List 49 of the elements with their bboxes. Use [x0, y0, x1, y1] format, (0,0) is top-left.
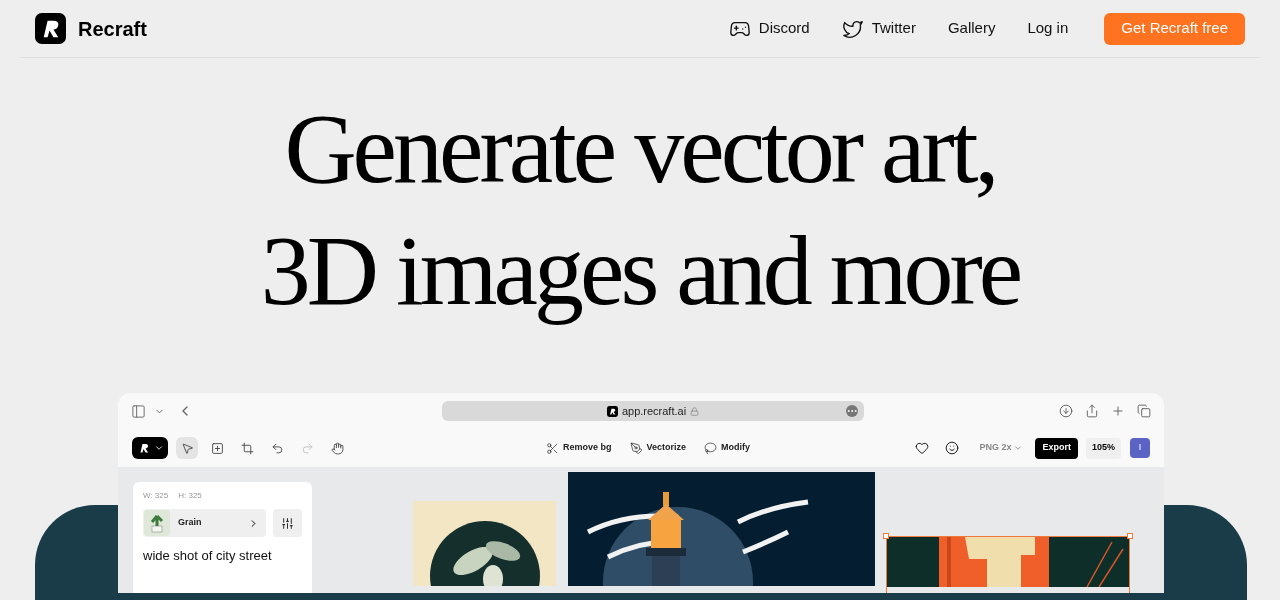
tool-button[interactable]: [176, 437, 198, 459]
scissors-icon: [546, 441, 559, 455]
headline: Generate vector art,: [284, 92, 996, 206]
menu-button[interactable]: [132, 437, 168, 459]
user-avatar[interactable]: I: [1130, 438, 1150, 458]
lasso-icon: [704, 441, 718, 455]
lock-icon: [690, 406, 700, 416]
url-text: app.recraft.ai: [621, 403, 687, 419]
headline: 3D images and more: [260, 214, 1020, 328]
share-icon[interactable]: [1085, 404, 1099, 418]
chevron-down-icon: [154, 443, 164, 453]
sliders-icon: [281, 516, 294, 530]
crop-icon: [240, 441, 254, 455]
zoom-level[interactable]: 105%: [1085, 437, 1121, 459]
nav-link[interactable]: Log in: [1011, 17, 1085, 40]
height-label: H: 325: [178, 490, 202, 502]
brand-name[interactable]: Recraft: [78, 13, 147, 44]
action-button[interactable]: Vectorize: [629, 441, 687, 455]
redo-icon: [300, 441, 314, 455]
site-icon: [606, 405, 618, 417]
nav-link[interactable]: Gallery: [931, 17, 1012, 40]
prompt-text[interactable]: wide shot of city street: [143, 546, 302, 566]
export-button[interactable]: Export: [1035, 437, 1078, 459]
undo-icon: [270, 441, 284, 455]
pointer-icon: [180, 441, 194, 455]
action-button[interactable]: Remove bg: [546, 441, 612, 455]
style-name: Grain: [178, 516, 202, 530]
resize-handle[interactable]: [1127, 533, 1133, 539]
address-bar[interactable]: app.recraft.ai: [442, 401, 864, 421]
settings-button[interactable]: [273, 509, 302, 537]
more-icon[interactable]: [846, 405, 858, 417]
nav-link[interactable]: Twitter: [825, 17, 932, 40]
logo-icon: [35, 13, 66, 44]
nav-link[interactable]: Discord: [712, 17, 826, 40]
pen-icon: [629, 441, 643, 455]
chevron-down-icon: [1013, 443, 1024, 453]
hand-icon: [330, 441, 344, 455]
sidebar-icon[interactable]: [131, 403, 146, 419]
frame-icon: [210, 441, 224, 455]
face-icon[interactable]: [945, 441, 960, 455]
download-icon[interactable]: [1059, 404, 1073, 418]
style-selector[interactable]: Grain: [143, 509, 266, 537]
plus-icon[interactable]: [1111, 404, 1125, 418]
action-button[interactable]: Modify: [704, 441, 751, 455]
resize-handle[interactable]: [883, 533, 889, 539]
width-label: W: 325: [143, 490, 169, 502]
tabs-icon[interactable]: [1137, 404, 1151, 418]
format-dropdown[interactable]: PNG 2x: [979, 441, 1024, 455]
heart-icon[interactable]: [915, 441, 930, 455]
